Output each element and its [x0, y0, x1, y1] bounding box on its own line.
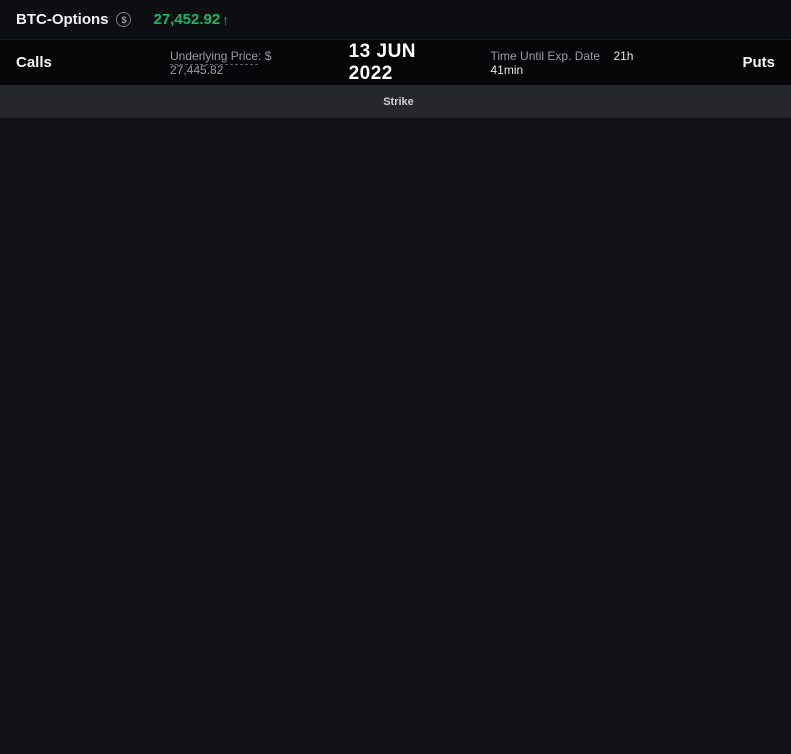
strike-column-header: Strike — [367, 96, 430, 108]
instrument-title[interactable]: BTC-Options — [16, 11, 108, 28]
puts-section-label: Puts — [742, 54, 775, 71]
underlying-price[interactable]: Underlying Price: $ 27,445.82 — [170, 49, 321, 77]
table-header: Strike — [0, 85, 791, 118]
expiry-bar: Calls Underlying Price: $ 27,445.82 13 J… — [0, 40, 791, 85]
last-price: 27,452.92 — [153, 11, 220, 28]
coin-icon: $ — [116, 12, 131, 27]
calls-section-label: Calls — [16, 54, 52, 71]
time-until-exp: Time Until Exp. Date 21h 41min — [491, 49, 662, 77]
price-up-arrow-icon: ↑ — [222, 12, 229, 28]
options-chain-table — [0, 118, 791, 753]
expiry-date-tab[interactable]: 13 JUN 2022 — [349, 41, 461, 85]
top-bar: BTC-Options $ 27,452.92 ↑ — [0, 0, 791, 40]
time-until-exp-label: Time Until Exp. Date — [491, 49, 601, 63]
